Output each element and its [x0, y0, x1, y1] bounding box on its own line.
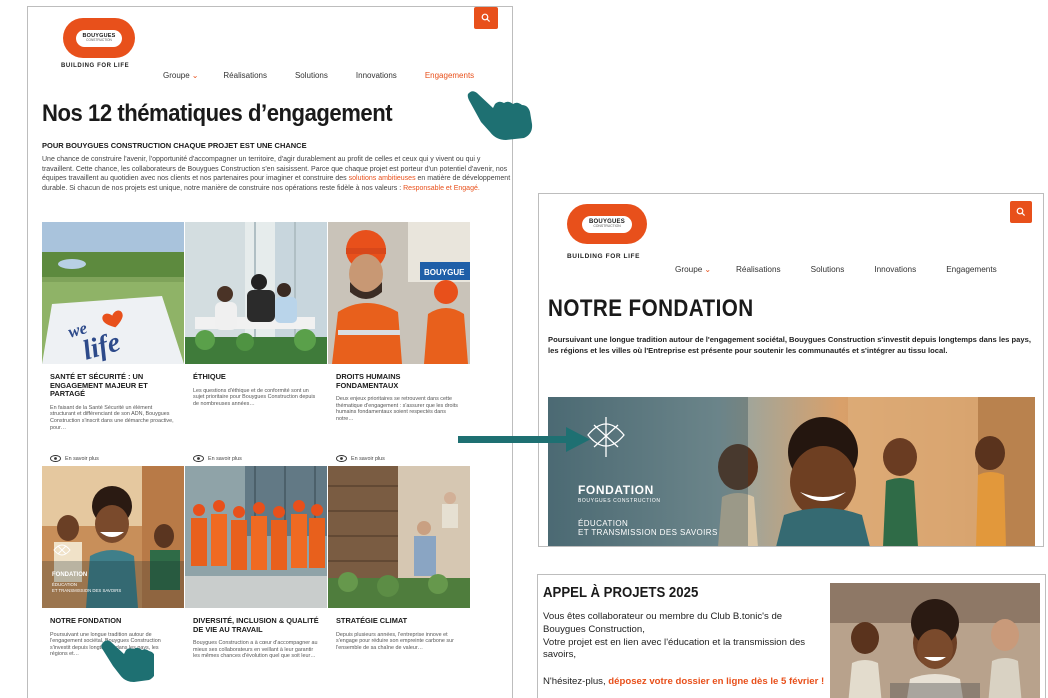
chevron-down-icon: ⌄ — [191, 71, 199, 80]
nav-engagements[interactable]: Engagements — [425, 71, 474, 80]
fondation-banner: FONDATION BOUYGUES CONSTRUCTION ÉDUCATIO… — [548, 397, 1035, 546]
eye-icon — [336, 455, 347, 462]
bouygues-logo[interactable]: BOUYGUES CONSTRUCTION — [567, 204, 647, 244]
engagement-cards-grid: we life BOUYGUE SANTÉ ET SÉCURITÉ: UN E… — [42, 222, 470, 698]
nav-groupe[interactable]: Groupe ⌄ — [163, 71, 198, 80]
intro-paragraph: Poursuivant une longue tradition autour … — [548, 335, 1031, 355]
card-sante-securite[interactable]: SANTÉ ET SÉCURITÉ : UN ENGAGEMENT MAJEUR… — [42, 364, 184, 466]
page-title: Nos 12 thématiques d’engagement — [42, 100, 393, 127]
card-diversite[interactable]: DIVERSITÉ, INCLUSION & QUALITÉ DE VIE AU… — [185, 608, 327, 698]
appel-title: APPEL À PROJETS 2025 — [543, 584, 699, 601]
eye-icon — [193, 455, 204, 462]
appel-cta: N'hésitez-plus, déposez votre dossier en… — [543, 676, 825, 687]
card-more-link[interactable]: En savoir plus — [336, 455, 385, 462]
card-droits-humains[interactable]: DROITS HUMAINS FONDAMENTAUX Deux enjeux … — [328, 364, 470, 466]
search-icon — [1016, 207, 1026, 217]
link-solutions-ambitieuses[interactable]: solutions ambitieuses — [349, 175, 416, 182]
main-nav: Groupe ⌄ Réalisations Solutions Innovatio… — [163, 71, 474, 80]
page-subtitle: POUR BOUYGUES CONSTRUCTION CHAQUE PROJET… — [42, 141, 307, 150]
banner-fondation-theme: ÉDUCATION ET TRANSMISSION DES SAVOIRS — [578, 519, 718, 537]
svg-text:FONDATION: FONDATION — [52, 572, 87, 578]
flow-arrow — [458, 427, 590, 452]
search-button[interactable] — [1010, 201, 1032, 223]
eye-icon — [50, 455, 61, 462]
chevron-down-icon: ⌄ — [704, 265, 712, 274]
tagline: BUILDING FOR LIFE — [61, 63, 130, 69]
pointing-hand-icon — [467, 91, 533, 140]
nav-innovations[interactable]: Innovations — [874, 265, 916, 274]
nav-innovations[interactable]: Innovations — [356, 71, 397, 80]
banner-fondation-title: FONDATION — [578, 483, 654, 497]
nav-realisations[interactable]: Réalisations — [223, 71, 267, 80]
card-image-droits-humains[interactable]: BOUYGUE — [328, 222, 470, 364]
card-more-link[interactable]: En savoir plus — [50, 455, 99, 462]
svg-text:BOUYGUE: BOUYGUE — [424, 268, 465, 277]
nav-groupe[interactable]: Groupe ⌄ — [675, 265, 711, 274]
card-image-ethique[interactable] — [185, 222, 327, 364]
card-image-fondation[interactable]: FONDATION ÉDUCATION ET TRANSMISSION DES … — [42, 466, 184, 608]
card-image-diversite[interactable] — [185, 466, 327, 608]
card-image-sante-securite[interactable]: we life — [42, 222, 184, 364]
engagements-page-screenshot: BOUYGUES CONSTRUCTION BUILDING FOR LIFE … — [27, 6, 513, 698]
nav-engagements[interactable]: Engagements — [946, 265, 997, 274]
nav-solutions[interactable]: Solutions — [295, 71, 328, 80]
fondation-page-screenshot: BOUYGUES CONSTRUCTION BUILDING FOR LIFE … — [538, 193, 1044, 547]
search-button[interactable] — [474, 7, 498, 29]
appel-a-projets-panel: APPEL À PROJETS 2025 Vous êtes collabora… — [537, 574, 1046, 698]
card-image-strategie-climat[interactable] — [328, 466, 470, 608]
search-icon — [481, 13, 491, 23]
svg-text:ÉDUCATION: ÉDUCATION — [52, 582, 77, 587]
appel-cta-link[interactable]: déposez votre dossier en ligne dès le 5 … — [608, 676, 824, 687]
main-nav: Groupe ⌄ Réalisations Solutions Innovatio… — [675, 265, 997, 274]
link-responsable-engage[interactable]: Responsable et Engagé. — [403, 185, 480, 192]
bouygues-logo[interactable]: BOUYGUES CONSTRUCTION — [63, 18, 135, 58]
banner-fondation-subtitle: BOUYGUES CONSTRUCTION — [578, 498, 661, 504]
appel-children-photo — [830, 583, 1040, 698]
intro-paragraph: Une chance de construire l'avenir, l'opp… — [42, 156, 511, 192]
appel-description: Vous êtes collaborateur ou membre du Clu… — [543, 611, 806, 661]
page-title: NOTRE FONDATION — [548, 295, 754, 322]
tagline: BUILDING FOR LIFE — [567, 253, 641, 260]
card-more-link[interactable]: En savoir plus — [193, 455, 242, 462]
card-ethique[interactable]: ÉTHIQUE Les questions d'éthique et de co… — [185, 364, 327, 466]
pointing-hand-icon — [101, 640, 154, 682]
svg-text:ET TRANSMISSION DES SAVOIRS: ET TRANSMISSION DES SAVOIRS — [52, 588, 121, 593]
nav-solutions[interactable]: Solutions — [811, 265, 845, 274]
card-strategie-climat[interactable]: STRATÉGIE CLIMAT Depuis plusieurs années… — [328, 608, 470, 698]
nav-realisations[interactable]: Réalisations — [736, 265, 781, 274]
